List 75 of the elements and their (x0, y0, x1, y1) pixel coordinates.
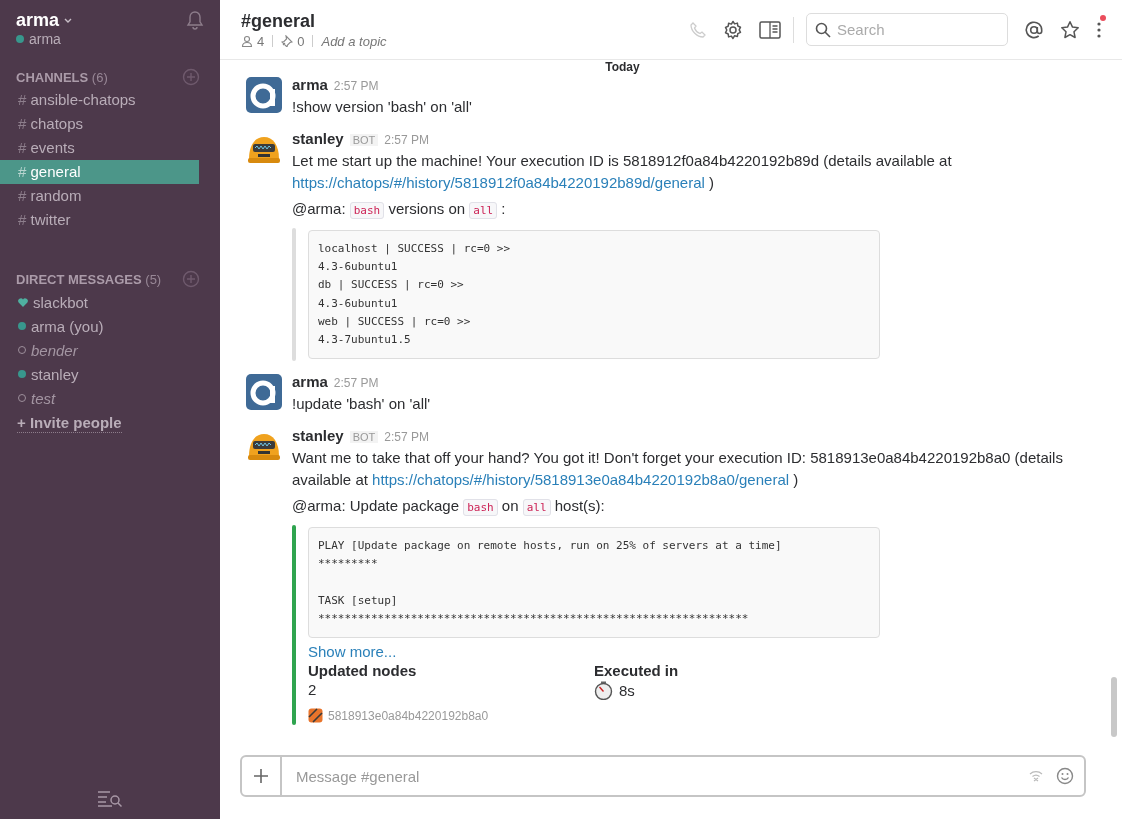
message-text: Want me to take that off your hand? You got it! Don't forget your execution ID: 5818913e0a84b4220192b8a0 (details available at https://chatops/#/history/5818913e0a84b4220192b8a0/general ) (292, 448, 1064, 491)
channel-item[interactable]: # chatops (0, 112, 199, 136)
user-name: arma (29, 31, 61, 47)
field-title: Updated nodes (308, 662, 418, 680)
direct-message-item[interactable]: bender (31, 341, 78, 359)
pin-count[interactable]: 0 (297, 33, 305, 49)
inline-code: bash (463, 499, 498, 517)
author-name[interactable]: arma (292, 373, 328, 391)
message-text: @arma: Update package bash on all host(s): (292, 496, 606, 519)
person-icon (241, 35, 253, 47)
field-value: 8s (619, 682, 635, 700)
online-dot (18, 322, 26, 330)
message-text: @arma: bash versions on all : (292, 199, 507, 221)
bell-icon[interactable] (186, 10, 204, 30)
direct-message-item[interactable]: arma (you) (31, 317, 104, 335)
presence-dot (16, 35, 24, 43)
day-divider: Today (604, 60, 641, 74)
timestamp[interactable]: 2:57 PM (384, 430, 430, 445)
channel-title: #general (241, 10, 317, 32)
inline-code: all (469, 202, 498, 219)
code-block: localhost | SUCCESS | rc=0 >> 4.3-6ubuntu1 db | SUCCESS | rc=0 >> 4.3-6ubuntu1 web | SUCCESS | rc=0 >> 4.3-7ubuntu1.5 (308, 230, 880, 360)
execution-id: 5818913e0a84b4220192b8a0 (328, 708, 489, 723)
author-name[interactable]: stanley (292, 427, 344, 445)
show-more-link[interactable]: Show more... (308, 643, 397, 661)
search-list-icon[interactable] (97, 789, 123, 807)
search-field[interactable]: Search (806, 13, 1008, 46)
online-dot (18, 370, 26, 378)
wifi-off-icon (1028, 768, 1044, 784)
bot-label: BOT (349, 431, 379, 444)
avatar[interactable] (246, 374, 282, 411)
logo-icon (308, 708, 323, 724)
direct-message-item[interactable]: test (31, 389, 56, 407)
history-link[interactable]: https://chatops/#/history/5818913e0a84b4220192b8a0/general (372, 471, 790, 489)
emoji-icon[interactable] (1056, 767, 1074, 785)
direct-message-item[interactable]: slackbot (33, 293, 89, 311)
section-heading[interactable]: CHANNELS (6) (16, 69, 108, 85)
heart-icon (18, 297, 28, 307)
history-link[interactable]: https://chatops/#/history/5818912f0a84b4220192b89d/general (292, 174, 705, 191)
inline-code: all (522, 499, 551, 517)
channel-item[interactable]: # events (0, 136, 199, 160)
member-count[interactable]: 4 (257, 33, 265, 49)
timestamp[interactable]: 2:57 PM (384, 133, 430, 147)
field-title: Executed in (594, 662, 680, 680)
more-icon[interactable] (1096, 20, 1102, 39)
chevron-icon (63, 16, 74, 25)
timestamp[interactable]: 2:57 PM (333, 79, 379, 93)
avatar[interactable] (246, 77, 282, 113)
message-text: !update 'bash' on 'all' (292, 394, 432, 415)
team-menu[interactable]: arma (16, 10, 74, 31)
code-block: PLAY [Update package on remote hosts, run on 25% of servers at a time] ********* TASK [setup] ***************************************************************** (308, 527, 880, 639)
channel-item[interactable]: # twitter (0, 208, 199, 232)
author-name[interactable]: stanley (292, 130, 344, 147)
channel-item[interactable]: # general (0, 160, 199, 184)
mention-icon[interactable] (1024, 19, 1044, 40)
pin-icon (281, 35, 294, 47)
inline-code: bash (349, 202, 385, 219)
direct-message-item[interactable]: stanley (31, 365, 79, 383)
invite-link[interactable]: + Invite people (17, 414, 122, 433)
message-text: !show version 'bash' on 'all' (292, 97, 473, 117)
stopwatch-icon (594, 681, 613, 701)
field-value: 2 (308, 681, 317, 699)
settings-icon[interactable] (723, 19, 743, 40)
plus-icon (253, 768, 269, 784)
star-icon[interactable] (1060, 19, 1080, 40)
side-panel-icon[interactable] (759, 20, 781, 39)
message-text: Let me start up the machine! Your execution ID is 5818912f0a84b4220192b89d (details available at https://chatops/#/history/5818912f0a84b4220192b89d/general ) (292, 151, 953, 193)
search-icon (815, 22, 831, 38)
section-heading[interactable]: DIRECT MESSAGES (5) (16, 271, 162, 287)
bot-label: BOT (349, 134, 379, 146)
author-name[interactable]: arma (292, 76, 328, 93)
topic-link[interactable]: Add a topic (321, 33, 387, 49)
channel-item[interactable]: # random (0, 184, 199, 208)
message-composer[interactable]: Message #general (240, 755, 1086, 797)
timestamp[interactable]: 2:57 PM (333, 376, 379, 391)
channel-item[interactable]: # ansible-chatops (0, 88, 199, 112)
